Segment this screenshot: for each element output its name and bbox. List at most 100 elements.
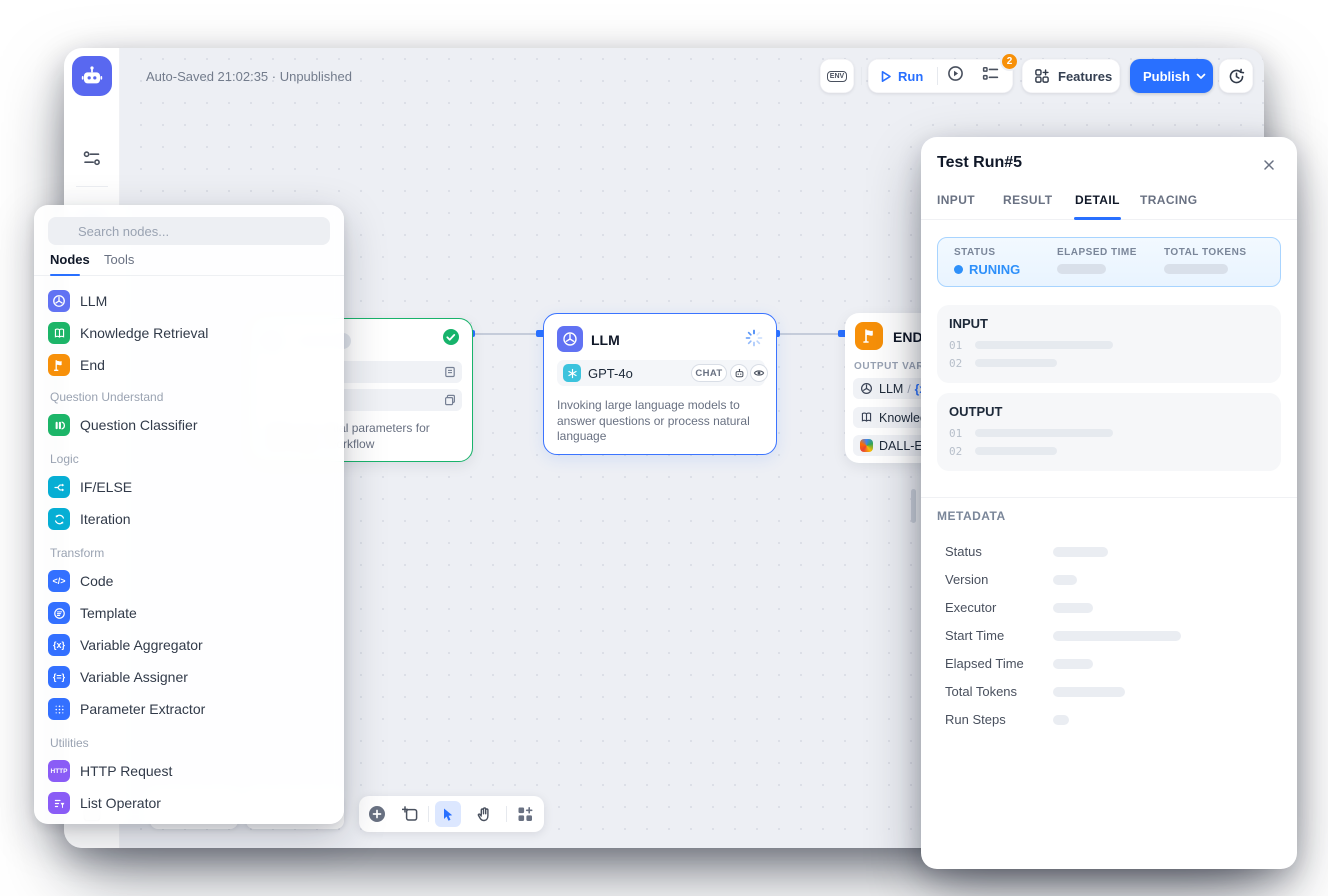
add-note-button[interactable] [402, 806, 418, 827]
node-item-list-operator[interactable]: List Operator [34, 790, 344, 816]
sidebar-divider [76, 186, 108, 187]
meta-elapsed-time-skeleton [1053, 659, 1093, 669]
pointer-mode-button[interactable] [435, 801, 461, 827]
llm-node[interactable]: LLM GPT-4o CHAT [543, 313, 777, 455]
output-skeleton-2 [975, 447, 1057, 455]
hand-mode-button[interactable] [476, 806, 492, 827]
history-icon [1228, 68, 1245, 85]
text-field-icon [444, 366, 456, 378]
meta-status-label: Status [945, 544, 982, 559]
end-node-title: END [893, 329, 923, 345]
metadata-title: METADATA [937, 509, 1006, 523]
tab-result[interactable]: RESULT [1003, 193, 1053, 207]
meta-run-steps-label: Run Steps [945, 712, 1006, 727]
publish-label: Publish [1143, 69, 1190, 84]
status-label: STATUS [954, 247, 996, 258]
row-number: 02 [949, 357, 962, 370]
meta-executor-label: Executor [945, 600, 996, 615]
workflow-settings-icon[interactable] [82, 150, 102, 172]
parameter-extractor-icon [48, 698, 70, 720]
chevron-down-icon [1196, 73, 1206, 80]
meta-start-time-skeleton [1053, 631, 1181, 641]
var-separator: / [907, 382, 910, 396]
node-search-panel: Nodes Tools LLM Knowledge Retrieval End … [34, 205, 344, 824]
var-name: LLM [879, 382, 903, 396]
end-node-icon [855, 322, 883, 350]
node-item-ifelse[interactable]: IF/ELSE [34, 474, 344, 500]
add-node-button[interactable] [368, 805, 386, 828]
active-tab-underline [50, 274, 80, 276]
node-item-llm[interactable]: LLM [34, 288, 344, 314]
tab-tools[interactable]: Tools [104, 252, 134, 267]
features-icon [1034, 68, 1050, 84]
status-dot [954, 265, 963, 274]
run-panel-title: Test Run#5 [937, 154, 1022, 172]
gpt4o-model-icon [563, 364, 581, 382]
input-card: INPUT 01 02 [937, 305, 1281, 383]
elapsed-time-label: ELAPSED TIME [1057, 247, 1137, 258]
node-item-http-request[interactable]: HTTP HTTP Request [34, 758, 344, 784]
node-item-variable-assigner[interactable]: {=} Variable Assigner [34, 664, 344, 690]
node-item-parameter-extractor[interactable]: Parameter Extractor [34, 696, 344, 722]
book-mini-icon [860, 411, 873, 424]
version-history-button[interactable] [1219, 59, 1253, 93]
canvas-toolbar [359, 796, 544, 832]
node-item-code[interactable]: </> Code [34, 568, 344, 594]
tab-tracing[interactable]: TRACING [1140, 193, 1197, 207]
code-icon: </> [48, 570, 70, 592]
meta-version-label: Version [945, 572, 988, 587]
llm-node-title: LLM [591, 332, 620, 348]
features-button[interactable]: Features [1022, 59, 1120, 93]
question-classifier-icon [48, 414, 70, 436]
total-tokens-label: TOTAL TOKENS [1164, 247, 1247, 258]
llm-model-name: GPT-4o [588, 366, 633, 381]
close-button[interactable] [1257, 153, 1281, 177]
running-spinner-icon [745, 329, 763, 352]
run-history-icon[interactable] [938, 65, 973, 87]
test-run-panel: Test Run#5 INPUT RESULT DETAIL TRACING S… [921, 137, 1297, 869]
knowledge-retrieval-icon [48, 322, 70, 344]
variable-assigner-icon: {=} [48, 666, 70, 688]
close-icon [1263, 159, 1275, 171]
output-card-title: OUTPUT [949, 404, 1002, 419]
active-tab-underline [1074, 217, 1121, 220]
node-item-iteration[interactable]: Iteration [34, 506, 344, 532]
node-item-knowledge-retrieval[interactable]: Knowledge Retrieval [34, 320, 344, 346]
meta-elapsed-time-label: Elapsed Time [945, 656, 1024, 671]
features-label: Features [1058, 69, 1112, 84]
metadata-divider [921, 497, 1297, 498]
edge-start-llm [471, 333, 541, 335]
node-item-end[interactable]: End [34, 352, 344, 378]
llm-node-icon [557, 326, 583, 352]
ifelse-icon [48, 476, 70, 498]
run-button-group: Run [868, 59, 1013, 93]
app-logo-robot-icon[interactable] [72, 56, 112, 96]
row-number: 02 [949, 445, 962, 458]
publish-button[interactable]: Publish [1130, 59, 1213, 93]
memory-robot-icon [730, 364, 748, 382]
llm-node-description: Invoking large language models to answer… [557, 398, 767, 445]
llm-model-row[interactable]: GPT-4o CHAT [557, 360, 765, 386]
node-item-template[interactable]: Template [34, 600, 344, 626]
hand-icon [476, 806, 492, 822]
canvas-scrollbar[interactable] [911, 489, 916, 523]
section-logic: Logic [50, 452, 79, 466]
run-button-label: Run [898, 69, 923, 84]
tab-nodes[interactable]: Nodes [50, 252, 90, 267]
input-skeleton-2 [975, 359, 1057, 367]
row-number: 01 [949, 339, 962, 352]
robot-icon [79, 63, 105, 89]
total-tokens-skeleton [1164, 264, 1228, 274]
env-variables-button[interactable]: ENV [820, 59, 854, 93]
list-operator-icon [48, 792, 70, 814]
input-card-title: INPUT [949, 316, 988, 331]
header-divider [861, 67, 862, 85]
search-input[interactable] [48, 217, 330, 245]
organize-blocks-button[interactable] [517, 806, 534, 828]
tab-detail[interactable]: DETAIL [1075, 193, 1120, 207]
node-item-question-classifier[interactable]: Question Classifier [34, 412, 344, 438]
paragraph-field-icon [444, 394, 456, 406]
node-item-variable-aggregator[interactable]: {x} Variable Aggregator [34, 632, 344, 658]
run-button[interactable]: Run [868, 69, 937, 84]
tab-input[interactable]: INPUT [937, 193, 975, 207]
